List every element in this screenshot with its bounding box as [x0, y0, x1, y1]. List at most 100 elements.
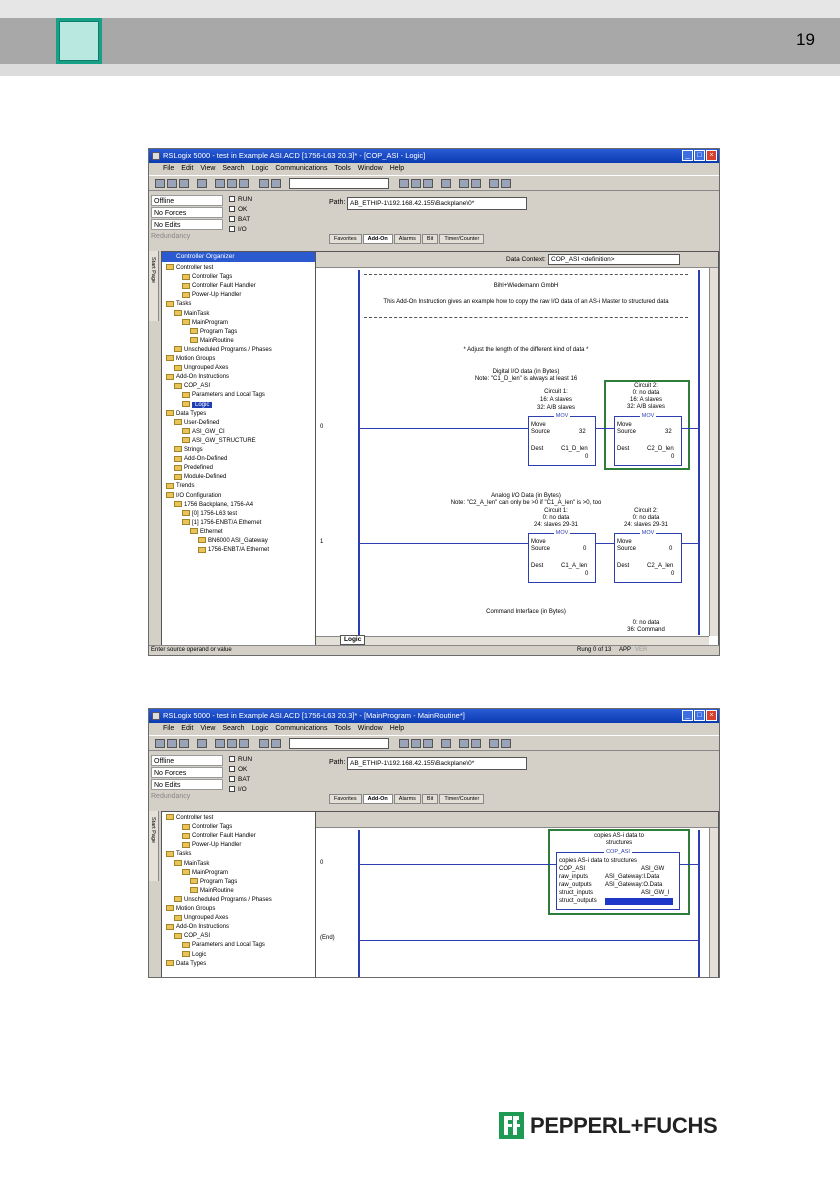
copy-icon[interactable]: [227, 179, 237, 188]
param-value-2[interactable]: ASI_Gateway:O.Data: [605, 881, 662, 889]
menu-edit[interactable]: Edit: [181, 723, 193, 735]
tree-item[interactable]: [1] 1756-ENBT/A Ethernet: [182, 519, 261, 528]
tree-item[interactable]: Motion Groups: [166, 355, 215, 364]
tree-item[interactable]: Data Types: [166, 960, 206, 969]
tree-item[interactable]: Controller test: [166, 814, 213, 823]
tree-item[interactable]: Data Types: [166, 410, 206, 419]
tree-item[interactable]: 1756-ENBT/A Ethernet: [198, 546, 269, 555]
undo-icon[interactable]: [259, 179, 269, 188]
properties-icon[interactable]: [441, 739, 451, 748]
print-icon[interactable]: [197, 739, 207, 748]
data-context-select[interactable]: COP_ASI <definition>: [548, 254, 680, 265]
edit-icon[interactable]: [459, 739, 469, 748]
minimize-button[interactable]: _: [682, 150, 693, 161]
path-input[interactable]: AB_ETHIP-1\192.168.42.155\Backplane\0*: [347, 757, 527, 770]
param-value-0[interactable]: ASI_GW: [641, 865, 664, 873]
tree-item[interactable]: Ungrouped Axes: [174, 914, 228, 923]
tree-item[interactable]: Trends: [166, 482, 194, 491]
forces-status[interactable]: No Forces: [151, 207, 223, 218]
tree-item[interactable]: MainTask: [174, 859, 209, 869]
tree-item[interactable]: Controller Fault Handler: [182, 832, 256, 841]
tree-item[interactable]: BN6000 ASI_Gateway: [198, 537, 268, 546]
cut-icon[interactable]: [215, 739, 225, 748]
tree-item[interactable]: Ethernet: [190, 528, 223, 537]
forces-status[interactable]: No Forces: [151, 767, 223, 778]
tree-item[interactable]: [0] 1756-L63 test: [182, 510, 237, 519]
close-button[interactable]: ×: [706, 710, 717, 721]
menu-help[interactable]: Help: [390, 163, 404, 175]
copy-icon[interactable]: [227, 739, 237, 748]
tab-timer-counter[interactable]: Timer/Counter: [439, 234, 485, 244]
paste-icon[interactable]: [239, 179, 249, 188]
tab-add-on[interactable]: Add-On: [362, 234, 393, 244]
open-icon[interactable]: [167, 739, 177, 748]
tree-item[interactable]: Unscheduled Programs / Phases: [174, 896, 272, 905]
mode-status[interactable]: Offline: [151, 755, 223, 766]
tree-item[interactable]: Add-On Instructions: [166, 923, 229, 932]
zoom-out-icon[interactable]: [501, 179, 511, 188]
tree-item[interactable]: Unscheduled Programs / Phases: [174, 346, 272, 355]
edits-status[interactable]: No Edits: [151, 779, 223, 790]
menu-edit[interactable]: Edit: [181, 163, 193, 175]
menu-view[interactable]: View: [200, 723, 215, 735]
tree-item[interactable]: COP_ASI: [174, 382, 210, 391]
tab-favorites[interactable]: Favorites: [329, 794, 362, 804]
find-icon[interactable]: [399, 739, 409, 748]
tree-item[interactable]: Controller Fault Handler: [182, 282, 256, 291]
menu-window[interactable]: Window: [358, 163, 383, 175]
tree-item[interactable]: Module-Defined: [174, 473, 226, 482]
tree-item[interactable]: Controller Tags: [182, 273, 232, 282]
mov-dest-tag[interactable]: C2_D_len: [647, 445, 674, 453]
menu-logic[interactable]: Logic: [252, 163, 269, 175]
tab-bit[interactable]: Bit: [421, 234, 439, 244]
tab-favorites[interactable]: Favorites: [329, 234, 362, 244]
zoom-in-icon[interactable]: [489, 179, 499, 188]
menu-tools[interactable]: Tools: [334, 723, 350, 735]
mov-dest-tag[interactable]: C2_A_len: [647, 562, 673, 570]
find-icon[interactable]: [399, 179, 409, 188]
redo-icon[interactable]: [271, 179, 281, 188]
tree-item[interactable]: Controller Tags: [182, 823, 232, 832]
mov-block-c2-d-len[interactable]: MOV Move Source 32 Dest C2_D_len 0: [614, 413, 682, 466]
tree-item[interactable]: Add-On-Defined: [174, 455, 227, 464]
tree-item[interactable]: Tasks: [166, 300, 191, 309]
tree-item[interactable]: Logic: [182, 400, 213, 410]
new-icon[interactable]: [155, 179, 165, 188]
logic-tab[interactable]: Logic: [340, 635, 366, 645]
undo-icon[interactable]: [259, 739, 269, 748]
mov-block-c1-d-len[interactable]: MOV Move Source 32 Dest C1_D_len 0: [528, 413, 596, 466]
menu-search[interactable]: Search: [222, 163, 244, 175]
edit-icon[interactable]: [459, 179, 469, 188]
start-page-tab[interactable]: Start Page: [149, 251, 159, 321]
tree-item[interactable]: Logic: [182, 950, 206, 960]
tree-item[interactable]: Strings: [174, 446, 203, 455]
menu-communications[interactable]: Communications: [275, 723, 327, 735]
mov-dest-tag[interactable]: C1_A_len: [561, 562, 587, 570]
tab-alarms[interactable]: Alarms: [393, 794, 421, 804]
menu-logic[interactable]: Logic: [252, 723, 269, 735]
cut-icon[interactable]: [215, 179, 225, 188]
struct-outputs-edit-field[interactable]: [605, 898, 673, 905]
tree-item[interactable]: ASI_GW_STRUCTURE: [182, 437, 256, 446]
edits-status[interactable]: No Edits: [151, 219, 223, 230]
cross-ref-icon[interactable]: [423, 179, 433, 188]
tree-item[interactable]: MainRoutine: [190, 887, 234, 896]
paste-icon[interactable]: [239, 739, 249, 748]
tab-alarms[interactable]: Alarms: [393, 234, 421, 244]
start-page-tab[interactable]: Start Page: [149, 811, 159, 881]
mov-source-value[interactable]: 0: [669, 545, 672, 553]
new-icon[interactable]: [155, 739, 165, 748]
minimize-button[interactable]: _: [682, 710, 693, 721]
tree-item[interactable]: Program Tags: [190, 328, 237, 337]
tree-item[interactable]: Power-Up Handler: [182, 291, 241, 300]
menu-communications[interactable]: Communications: [275, 163, 327, 175]
mov-block-c2-a-len[interactable]: MOV Move Source 0 Dest C2_A_len 0: [614, 530, 682, 583]
verify-icon[interactable]: [411, 739, 421, 748]
mov-source-value[interactable]: 32: [665, 428, 672, 436]
tree-item[interactable]: Predefined: [174, 464, 213, 473]
menu-help[interactable]: Help: [390, 723, 404, 735]
tree-item[interactable]: MainRoutine: [190, 337, 234, 346]
close-button[interactable]: ×: [706, 150, 717, 161]
save-icon[interactable]: [179, 179, 189, 188]
tree-item[interactable]: Parameters and Local Tags: [182, 391, 265, 400]
